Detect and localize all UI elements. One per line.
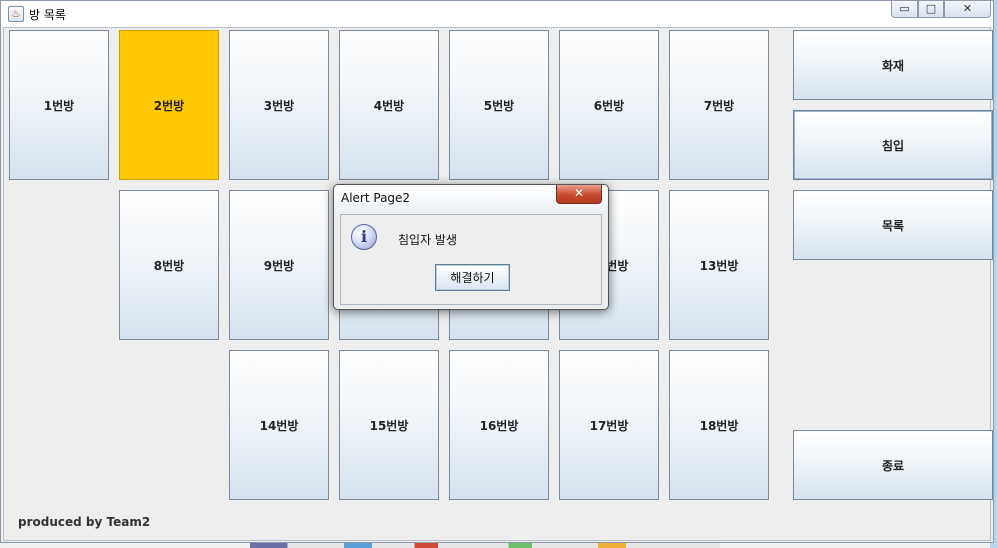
dialog-title: Alert Page2 [341,191,411,205]
room-button-1[interactable]: 1번방 [9,30,109,180]
alert-dialog: Alert Page2 ✕ i 침입자 발생 해결하기 [333,184,609,310]
exit-button[interactable]: 종료 [793,430,993,500]
resolve-button[interactable]: 해결하기 [435,264,510,291]
room-button-6[interactable]: 6번방 [559,30,659,180]
room-button-14[interactable]: 14번방 [229,350,329,500]
room-button-13[interactable]: 13번방 [669,190,769,340]
room-button-2[interactable]: 2번방 [119,30,219,180]
minimize-button[interactable]: ▭ [891,1,918,18]
room-button-18[interactable]: 18번방 [669,350,769,500]
window-title: 방 목록 [29,8,66,22]
room-button-7[interactable]: 7번방 [669,30,769,180]
footer-credit: produced by Team2 [18,515,151,529]
info-icon: i [351,224,377,250]
room-button-5[interactable]: 5번방 [449,30,549,180]
room-button-17[interactable]: 17번방 [559,350,659,500]
room-button-16[interactable]: 16번방 [449,350,549,500]
fire-button[interactable]: 화재 [793,30,993,100]
room-button-3[interactable]: 3번방 [229,30,329,180]
dialog-close-button[interactable]: ✕ [556,185,602,204]
intrusion-button[interactable]: 침입 [793,110,993,180]
room-button-4[interactable]: 4번방 [339,30,439,180]
room-button-15[interactable]: 15번방 [339,350,439,500]
dialog-body: i 침입자 발생 해결하기 [340,214,602,305]
title-bar: ♨ 방 목록 ▭ □ ✕ [1,1,993,27]
close-window-button[interactable]: ✕ [944,1,991,18]
room-button-9[interactable]: 9번방 [229,190,329,340]
dialog-title-bar: Alert Page2 ✕ [334,185,608,211]
list-button[interactable]: 목록 [793,190,993,260]
java-app-icon: ♨ [8,6,24,22]
room-button-8[interactable]: 8번방 [119,190,219,340]
maximize-button[interactable]: □ [918,1,944,18]
dialog-message: 침입자 발생 [398,233,458,247]
